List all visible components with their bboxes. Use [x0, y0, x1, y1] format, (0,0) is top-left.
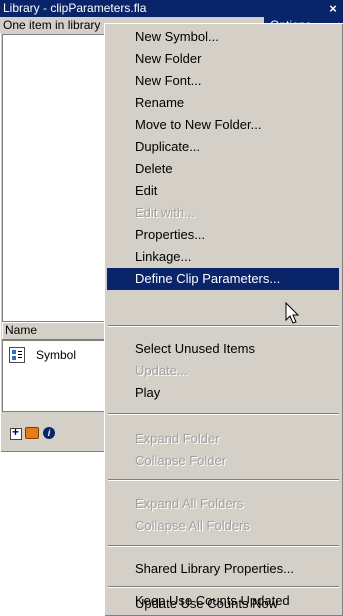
menu-item-properties[interactable]: Properties...	[107, 224, 339, 246]
menu-item-linkage[interactable]: Linkage...	[107, 246, 339, 268]
menu-item-new-font[interactable]: New Font...	[107, 70, 339, 92]
mouse-pointer-icon	[285, 302, 300, 324]
menu-separator	[108, 325, 339, 327]
new-folder-icon[interactable]	[25, 427, 39, 439]
menu-item-move-to-new-folder[interactable]: Move to New Folder...	[107, 114, 339, 136]
menu-item-update[interactable]: Update...	[107, 360, 339, 382]
menu-item-collapse-folder[interactable]: Collapse Folder	[107, 450, 339, 472]
menu-item-new-symbol[interactable]: New Symbol...	[107, 26, 339, 48]
menu-item-edit-with[interactable]: Edit with...	[107, 202, 339, 224]
menu-item-select-unused-items[interactable]: Select Unused Items	[107, 338, 339, 360]
menu-item-duplicate[interactable]: Duplicate...	[107, 136, 339, 158]
menu-separator	[108, 479, 339, 481]
menu-item-rename[interactable]: Rename	[107, 92, 339, 114]
menu-item-shared-library-properties[interactable]: Shared Library Properties...	[107, 558, 339, 580]
menu-item-play[interactable]: Play	[107, 382, 339, 404]
menu-item-collapse-all-folders[interactable]: Collapse All Folders	[107, 515, 339, 537]
new-symbol-icon[interactable]	[10, 425, 22, 440]
menu-item-update-use-counts-now[interactable]: Update Use Counts Now	[107, 594, 339, 614]
menu-item-edit[interactable]: Edit	[107, 180, 339, 202]
menu-item-expand-folder[interactable]: Expand Folder	[107, 428, 339, 450]
menu-separator	[108, 413, 339, 415]
list-item-name: Symbol	[36, 348, 77, 362]
close-icon[interactable]: ×	[326, 0, 340, 17]
movie-clip-symbol-icon	[9, 347, 25, 363]
menu-item-define-clip-parameters[interactable]: Define Clip Parameters...	[107, 268, 339, 290]
menu-item-new-folder[interactable]: New Folder	[107, 48, 339, 70]
options-context-menu: New Symbol... New Folder New Font... Ren…	[104, 23, 343, 616]
menu-item-expand-all-folders[interactable]: Expand All Folders	[107, 493, 339, 515]
menu-separator	[108, 586, 339, 588]
library-title-bar[interactable]: Library - clipParameters.fla ×	[0, 0, 343, 17]
window-title: Library - clipParameters.fla	[3, 1, 147, 15]
properties-info-icon[interactable]: i	[43, 427, 55, 439]
menu-item-delete[interactable]: Delete	[107, 158, 339, 180]
item-count-label: One item in library	[3, 18, 101, 32]
name-column-label: Name	[5, 323, 38, 337]
menu-separator	[108, 545, 339, 547]
